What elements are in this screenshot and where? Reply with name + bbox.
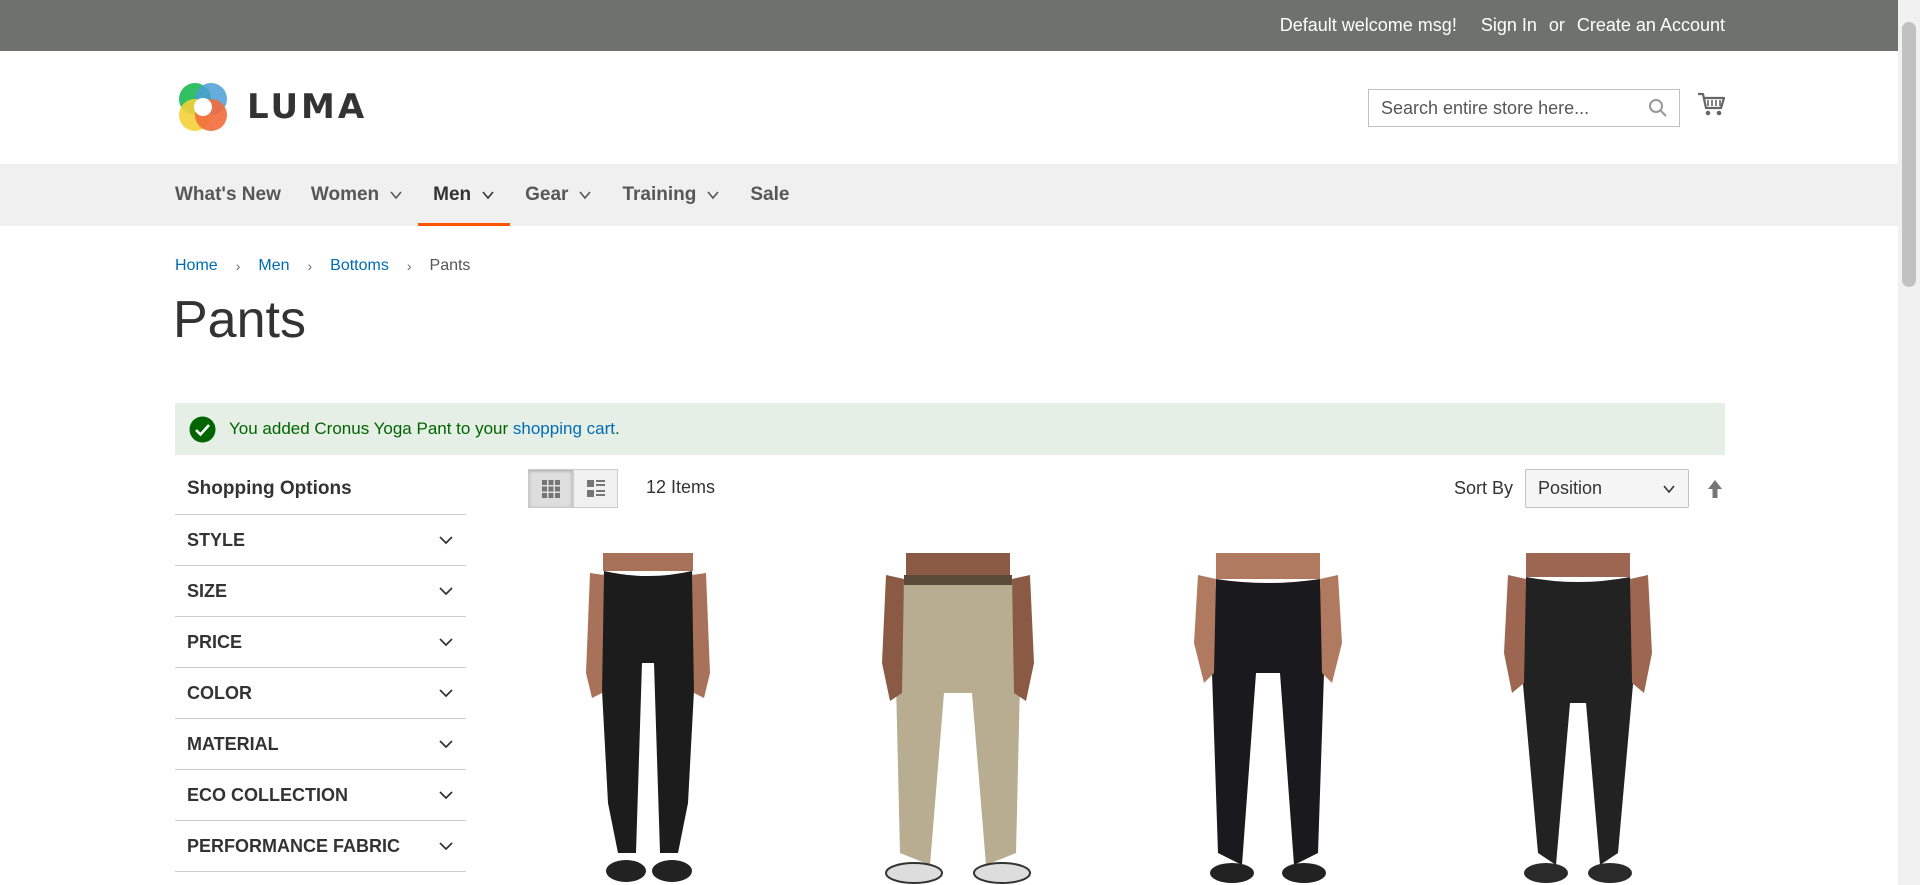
filter-color[interactable]: COLOR: [175, 667, 466, 718]
nav-item-gear[interactable]: Gear: [510, 164, 607, 226]
nav-item-women[interactable]: Women: [296, 164, 418, 226]
main-navigation: What's New Women Men Gear Training Sale: [0, 164, 1898, 226]
grid-icon: [541, 479, 560, 498]
chevron-down-icon: [482, 191, 494, 200]
create-account-link[interactable]: Create an Account: [1577, 15, 1725, 36]
message-suffix: .: [614, 419, 620, 438]
chevron-down-icon: [439, 536, 453, 545]
scrollbar[interactable]: [1898, 0, 1920, 885]
success-message: You added Cronus Yoga Pant to your shopp…: [175, 403, 1725, 455]
item-count: 12 Items: [646, 477, 716, 497]
chevron-right-icon: ›: [235, 258, 241, 274]
header: LUMA: [0, 51, 1898, 164]
filter-label: PRICE: [187, 631, 243, 652]
breadcrumb-current: Pants: [429, 257, 471, 274]
chevron-down-icon: [439, 638, 453, 647]
product-item[interactable]: [1458, 553, 1698, 885]
search-input[interactable]: [1369, 90, 1643, 126]
logo[interactable]: LUMA: [175, 79, 367, 135]
filter-label: PERFORMANCE FABRIC: [187, 835, 401, 856]
chevron-down-icon: [439, 740, 453, 749]
chevron-down-icon: [439, 587, 453, 596]
nav-item-label: Sale: [750, 184, 790, 205]
search-icon[interactable]: [1643, 93, 1673, 123]
shopping-options-sidebar: Shopping Options STYLE SIZE PRICE COLOR …: [175, 470, 466, 872]
breadcrumb-bottoms[interactable]: Bottoms: [330, 257, 389, 275]
product-item[interactable]: [838, 553, 1078, 885]
product-grid: [528, 553, 1725, 885]
filter-label: SIZE: [187, 580, 228, 601]
grid-view-button[interactable]: [528, 469, 573, 508]
nav-item-label: What's New: [175, 184, 281, 205]
filter-label: MATERIAL: [187, 733, 279, 754]
filter-style[interactable]: STYLE: [175, 514, 466, 565]
search-box: [1368, 89, 1680, 127]
sort-by-label: Sort By: [1453, 478, 1513, 498]
sign-in-link[interactable]: Sign In: [1481, 15, 1537, 36]
product-item[interactable]: [1148, 553, 1388, 885]
filter-eco-collection[interactable]: ECO COLLECTION: [175, 769, 466, 820]
breadcrumb-home[interactable]: Home: [175, 257, 218, 275]
product-image[interactable]: [1458, 553, 1698, 885]
nav-item-label: Training: [622, 184, 697, 205]
filter-performance-fabric[interactable]: PERFORMANCE FABRIC: [175, 820, 466, 872]
nav-item-whats-new[interactable]: What's New: [175, 164, 296, 226]
product-image[interactable]: [838, 553, 1078, 885]
luma-logo-icon: [179, 83, 227, 131]
nav-item-label: Men: [433, 184, 472, 205]
chevron-down-icon: [1663, 484, 1675, 493]
filter-label: ECO COLLECTION: [187, 784, 348, 805]
logo-text: LUMA: [247, 87, 368, 127]
nav-item-label: Gear: [525, 184, 569, 205]
breadcrumb-men[interactable]: Men: [258, 257, 289, 275]
or-text: or: [1548, 15, 1565, 35]
shopping-options-title: Shopping Options: [187, 478, 352, 499]
top-bar: Default welcome msg! Sign In or Create a…: [0, 0, 1920, 51]
product-image[interactable]: [1148, 553, 1388, 885]
chevron-down-icon: [390, 191, 402, 200]
list-icon: [586, 479, 605, 497]
check-circle-icon: [189, 416, 216, 442]
product-item[interactable]: [528, 553, 768, 885]
nav-item-training[interactable]: Training: [607, 164, 735, 226]
product-image[interactable]: [528, 553, 768, 885]
cart-icon[interactable]: [1696, 89, 1726, 119]
breadcrumb: Home › Men › Bottoms › Pants: [175, 257, 470, 275]
welcome-message: Default welcome msg!: [1279, 15, 1457, 35]
chevron-right-icon: ›: [406, 258, 412, 274]
message-text: You added Cronus Yoga Pant to your: [229, 419, 513, 438]
nav-item-sale[interactable]: Sale: [735, 164, 804, 226]
filter-label: COLOR: [187, 682, 252, 703]
chevron-down-icon: [707, 191, 719, 200]
chevron-down-icon: [439, 842, 453, 851]
filter-material[interactable]: MATERIAL: [175, 718, 466, 769]
chevron-down-icon: [579, 191, 592, 200]
filter-price[interactable]: PRICE: [175, 616, 466, 667]
list-view-button[interactable]: [573, 469, 618, 508]
shopping-cart-link[interactable]: shopping cart: [513, 419, 615, 439]
sorter: Sort By Position: [1454, 469, 1725, 508]
nav-item-men[interactable]: Men: [418, 164, 511, 226]
chevron-down-icon: [439, 791, 453, 800]
sort-select[interactable]: Position: [1525, 469, 1689, 508]
nav-item-label: Women: [310, 184, 380, 205]
filter-size[interactable]: SIZE: [175, 565, 466, 616]
chevron-right-icon: ›: [307, 258, 313, 274]
scrollbar-thumb[interactable]: [1902, 22, 1916, 287]
arrow-up-icon: [1708, 479, 1722, 498]
products-toolbar: 12 Items Sort By Position: [528, 469, 1725, 509]
sort-direction-button[interactable]: [1705, 477, 1725, 501]
view-modes: [528, 469, 618, 508]
chevron-down-icon: [439, 689, 453, 698]
sort-select-value: Position: [1538, 478, 1603, 498]
page-title: Pants: [173, 291, 306, 349]
filter-label: STYLE: [187, 529, 246, 550]
